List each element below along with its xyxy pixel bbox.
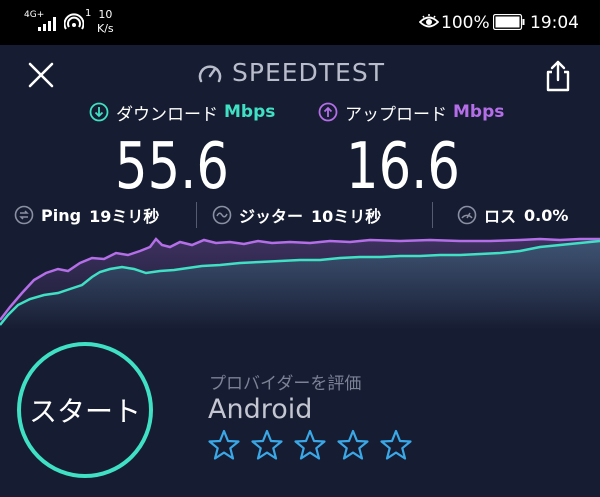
rate-provider-hint: プロバイダーを評価 [209, 374, 362, 394]
battery-level: 100% [441, 13, 490, 33]
star-icon[interactable] [250, 428, 284, 462]
ping-value: 19ミリ秒 [89, 207, 160, 226]
upload-speed-value: 16.6 [346, 130, 460, 204]
battery-icon [493, 14, 525, 30]
loss-label: ロス [484, 207, 517, 226]
speedtest-result-screen: 4G+ 1 10 K/s 100% 19:04 SPEEDTEST ダウンロード… [0, 0, 600, 497]
share-icon[interactable] [543, 60, 573, 92]
jitter-icon [212, 205, 232, 225]
upload-unit: Mbps [453, 102, 505, 122]
download-speed-value: 55.6 [115, 130, 229, 204]
clock: 19:04 [530, 13, 579, 33]
jitter-value: 10ミリ秒 [311, 207, 382, 226]
star-icon[interactable] [207, 428, 241, 462]
star-icon[interactable] [336, 428, 370, 462]
ping-label: Ping [41, 205, 82, 225]
start-button[interactable]: スタート [17, 342, 153, 478]
download-unit: Mbps [224, 102, 276, 122]
start-button-label: スタート [28, 395, 141, 428]
status-bar: 4G+ 1 10 K/s 100% 19:04 [0, 0, 600, 45]
rating-stars [207, 428, 422, 462]
star-icon[interactable] [379, 428, 413, 462]
ping-icon [14, 205, 34, 225]
download-label-text: ダウンロード [116, 104, 218, 125]
speedometer-icon [198, 65, 222, 83]
download-arrow-icon [89, 102, 109, 122]
network-speed-value: 10 [98, 8, 113, 21]
signal-icon [38, 17, 56, 31]
hotspot-count: 1 [85, 8, 92, 19]
network-speed: 10 K/s [97, 8, 114, 36]
speed-graph [0, 237, 600, 330]
packet-loss-icon [457, 205, 477, 225]
close-icon[interactable] [26, 60, 56, 90]
wifi-hotspot-icon [64, 13, 84, 30]
star-icon[interactable] [293, 428, 327, 462]
download-label: ダウンロード Mbps [89, 101, 276, 125]
jitter-label: ジッター [239, 207, 304, 226]
provider-name: Android [208, 394, 313, 425]
eye-comfort-icon [419, 14, 439, 28]
app-title: SPEEDTEST [232, 58, 385, 87]
loss-value: 0.0% [524, 205, 569, 225]
network-speed-unit: K/s [97, 22, 114, 35]
upload-label: アップロード Mbps [318, 101, 505, 125]
upload-arrow-icon [318, 102, 338, 122]
upload-label-text: アップロード [345, 104, 447, 125]
